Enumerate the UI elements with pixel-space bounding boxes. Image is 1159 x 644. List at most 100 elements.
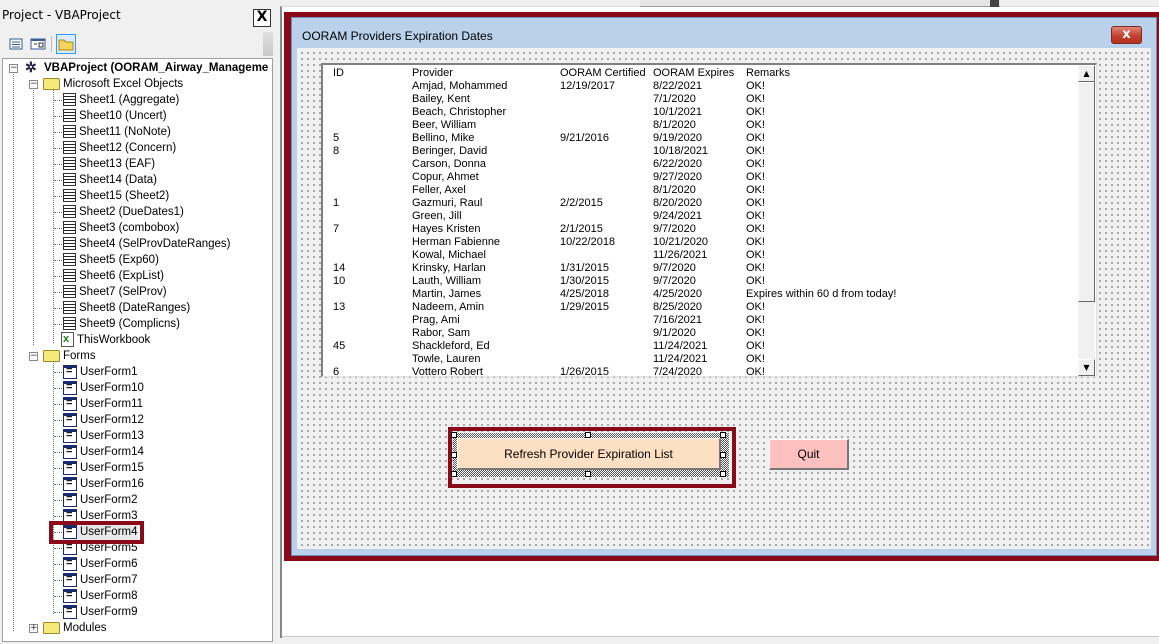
cell-id: 8 bbox=[333, 145, 340, 157]
tree-node-form[interactable]: UserForm15 bbox=[63, 459, 144, 476]
resize-handle-sw[interactable] bbox=[451, 471, 457, 477]
tree-node-form[interactable]: UserForm6 bbox=[63, 555, 138, 572]
quit-button[interactable]: Quit bbox=[769, 439, 849, 470]
tree-node-form[interactable]: UserForm8 bbox=[63, 587, 138, 604]
listbox-row[interactable]: Towle, Lauren 11/24/2021 OK! bbox=[323, 353, 1083, 366]
resize-handle-nw[interactable] bbox=[451, 432, 457, 438]
tree-node-sheet[interactable]: Sheet5 (Exp60) bbox=[63, 252, 159, 268]
tree-node-sheet[interactable]: Sheet6 (ExpList) bbox=[63, 268, 164, 284]
cell-provider: Feller, Axel bbox=[412, 184, 466, 196]
resize-handle-se[interactable] bbox=[720, 471, 726, 477]
listbox-row[interactable]: 10 Lauth, William 1/30/2015 9/7/2020 OK! bbox=[323, 275, 1083, 288]
cell-remarks: OK! bbox=[746, 301, 765, 313]
expand-modules-toggle[interactable]: + bbox=[29, 624, 38, 633]
tree-node-sheet[interactable]: Sheet10 (Uncert) bbox=[63, 108, 167, 124]
tree-node-form[interactable]: UserForm11 bbox=[63, 395, 143, 412]
tree-node-modules[interactable]: Modules bbox=[43, 620, 106, 636]
cell-remarks: OK! bbox=[746, 327, 765, 339]
tree-node-vbaproject[interactable]: VBAProject (OORAM_Airway_Manageme bbox=[25, 59, 268, 76]
close-project-explorer-button[interactable]: X bbox=[253, 9, 271, 27]
userform-close-button[interactable]: x bbox=[1111, 26, 1142, 44]
listbox-row[interactable]: 5 Bellino, Mike 9/21/2016 9/19/2020 OK! bbox=[323, 132, 1083, 145]
resize-handle-n[interactable] bbox=[585, 432, 591, 438]
tree-node-sheet[interactable]: Sheet13 (EAF) bbox=[63, 156, 155, 172]
tree-node-form[interactable]: UserForm10 bbox=[63, 379, 144, 396]
listbox-row[interactable]: Beach, Christopher 10/1/2021 OK! bbox=[323, 106, 1083, 119]
listbox-row[interactable]: 14 Krinsky, Harlan 1/31/2015 9/7/2020 OK! bbox=[323, 262, 1083, 275]
listbox-row[interactable]: Rabor, Sam 9/1/2020 OK! bbox=[323, 327, 1083, 340]
tree-node-excel-objects[interactable]: Microsoft Excel Objects bbox=[43, 76, 183, 92]
listbox-row[interactable]: 1 Gazmuri, Raul 2/2/2015 8/20/2020 OK! bbox=[323, 197, 1083, 210]
column-header-expires: OORAM Expires bbox=[653, 67, 735, 79]
listbox-vertical-scrollbar[interactable]: ▲ ▼ bbox=[1078, 65, 1095, 376]
collapse-excel-objects-toggle[interactable]: − bbox=[29, 80, 38, 89]
tree-node-form[interactable]: UserForm1 bbox=[63, 363, 138, 380]
tree-node-thisworkbook[interactable]: ThisWorkbook bbox=[61, 331, 150, 348]
listbox-row[interactable]: Bailey, Kent 7/1/2020 OK! bbox=[323, 93, 1083, 106]
tree-node-sheet[interactable]: Sheet4 (SelProvDateRanges) bbox=[63, 236, 231, 252]
excel-workbook-icon bbox=[61, 331, 74, 348]
tree-node-sheet[interactable]: Sheet15 (Sheet2) bbox=[63, 188, 169, 204]
tree-node-sheet[interactable]: Sheet7 (SelProv) bbox=[63, 284, 167, 300]
tree-node-form[interactable]: UserForm12 bbox=[63, 411, 144, 428]
listbox-row[interactable]: Herman Fabienne 10/22/2018 10/21/2020 OK! bbox=[323, 236, 1083, 249]
tree-node-sheet[interactable]: Sheet12 (Concern) bbox=[63, 140, 176, 156]
providers-listbox[interactable]: ID Provider OORAM Certified OORAM Expire… bbox=[321, 63, 1097, 377]
cell-expires: 10/18/2021 bbox=[653, 145, 709, 157]
project-tree[interactable]: − VBAProject (OORAM_Airway_Manageme − Mi… bbox=[2, 58, 273, 642]
scroll-thumb[interactable] bbox=[1078, 82, 1095, 302]
view-code-button[interactable] bbox=[6, 34, 26, 54]
resize-handle-w[interactable] bbox=[451, 452, 457, 458]
cell-expires: 8/25/2020 bbox=[653, 301, 702, 313]
tree-node-form[interactable]: UserForm16 bbox=[63, 475, 144, 492]
worksheet-icon bbox=[63, 157, 76, 171]
refresh-provider-list-button[interactable]: Refresh Provider Expiration List bbox=[457, 438, 721, 470]
resize-handle-ne[interactable] bbox=[720, 432, 726, 438]
tree-node-sheet[interactable]: Sheet8 (DateRanges) bbox=[63, 300, 190, 316]
tree-node-form[interactable]: UserForm14 bbox=[63, 443, 144, 460]
listbox-row[interactable]: 45 Shackleford, Ed 11/24/2021 OK! bbox=[323, 340, 1083, 353]
tree-node-sheet[interactable]: Sheet3 (combobox) bbox=[63, 220, 179, 236]
tree-node-form[interactable]: UserForm2 bbox=[63, 491, 138, 508]
tree-node-sheet[interactable]: Sheet9 (Complicns) bbox=[63, 316, 180, 332]
cell-id: 10 bbox=[333, 275, 346, 287]
toggle-folders-button[interactable] bbox=[56, 34, 76, 54]
listbox-row[interactable]: 13 Nadeem, Amin 1/29/2015 8/25/2020 OK! bbox=[323, 301, 1083, 314]
listbox-row[interactable]: Feller, Axel 8/1/2020 OK! bbox=[323, 184, 1083, 197]
listbox-row[interactable]: Copur, Ahmet 9/27/2020 OK! bbox=[323, 171, 1083, 184]
tree-node-sheet[interactable]: Sheet14 (Data) bbox=[63, 172, 157, 188]
object-combobox[interactable] bbox=[640, 0, 1000, 7]
tree-node-sheet[interactable]: Sheet1 (Aggregate) bbox=[63, 92, 179, 108]
resize-handle-s[interactable] bbox=[585, 471, 591, 477]
scroll-down-button[interactable]: ▼ bbox=[1078, 359, 1095, 376]
listbox-row[interactable]: Amjad, Mohammed 12/19/2017 8/22/2021 OK! bbox=[323, 80, 1083, 93]
listbox-row[interactable]: Carson, Donna 6/22/2020 OK! bbox=[323, 158, 1083, 171]
listbox-row[interactable]: 8 Beringer, David 10/18/2021 OK! bbox=[323, 145, 1083, 158]
cell-expires: 6/22/2020 bbox=[653, 158, 702, 170]
listbox-row[interactable]: Beer, William 8/1/2020 OK! bbox=[323, 119, 1083, 132]
scroll-up-button[interactable]: ▲ bbox=[1078, 65, 1095, 82]
collapse-forms-toggle[interactable]: − bbox=[29, 352, 38, 361]
tree-node-form[interactable]: UserForm13 bbox=[63, 427, 144, 444]
collapse-root-toggle[interactable]: − bbox=[9, 64, 18, 73]
listbox-row[interactable]: 7 Hayes Kristen 2/1/2015 9/7/2020 OK! bbox=[323, 223, 1083, 236]
tree-node-form[interactable]: UserForm9 bbox=[63, 603, 138, 620]
tree-node-sheet[interactable]: Sheet11 (NoNote) bbox=[63, 124, 171, 140]
tree-node-forms[interactable]: Forms bbox=[43, 348, 96, 364]
listbox-row[interactable]: Martin, James 4/25/2018 4/25/2020 Expires w… bbox=[323, 288, 1083, 301]
cell-remarks: OK! bbox=[746, 171, 765, 183]
listbox-row[interactable]: Prag, Ami 7/16/2021 OK! bbox=[323, 314, 1083, 327]
listbox-row[interactable]: Kowal, Michael 11/26/2021 OK! bbox=[323, 249, 1083, 262]
cell-remarks: OK! bbox=[746, 249, 765, 261]
listbox-row[interactable]: 6 Vottero Robert 1/26/2015 7/24/2020 OK! bbox=[323, 366, 1083, 376]
listbox-row[interactable]: Green, Jill 9/24/2021 OK! bbox=[323, 210, 1083, 223]
tree-node-sheet[interactable]: Sheet2 (DueDates1) bbox=[63, 204, 184, 220]
view-object-button[interactable] bbox=[28, 34, 48, 54]
cell-provider: Shackleford, Ed bbox=[412, 340, 490, 352]
tree-node-form[interactable]: UserForm7 bbox=[63, 571, 138, 588]
userform-icon bbox=[63, 411, 77, 427]
resize-handle-e[interactable] bbox=[720, 452, 726, 458]
toolbar-overflow-grip[interactable] bbox=[263, 32, 273, 56]
userform-icon bbox=[63, 491, 77, 507]
combobox-dropdown-arrow[interactable] bbox=[990, 0, 999, 7]
